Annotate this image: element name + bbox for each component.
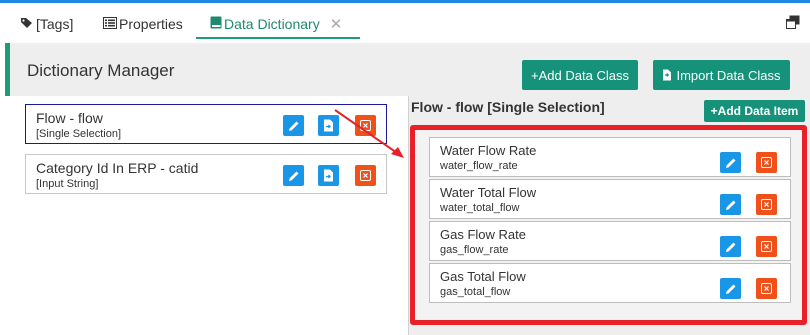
data-item-key: gas_total_flow xyxy=(440,286,511,298)
edit-button[interactable] xyxy=(720,152,741,173)
delete-button[interactable] xyxy=(756,236,777,257)
tab-data-dictionary[interactable]: Data Dictionary ✕ xyxy=(210,13,342,35)
delete-button[interactable] xyxy=(355,165,376,186)
pencil-icon xyxy=(288,121,298,131)
list-icon xyxy=(103,16,117,32)
data-class-type: [Input String] xyxy=(36,178,99,190)
tab-label: Properties xyxy=(119,16,183,32)
edit-button[interactable] xyxy=(720,278,741,299)
edit-button[interactable] xyxy=(720,236,741,257)
delete-icon xyxy=(761,241,772,252)
data-item-key: water_flow_rate xyxy=(440,160,518,172)
delete-icon xyxy=(360,170,371,181)
data-item-title: Water Total Flow xyxy=(440,185,537,200)
tab-tags[interactable]: [Tags] xyxy=(20,13,73,35)
delete-button[interactable] xyxy=(756,194,777,215)
delete-button[interactable] xyxy=(756,278,777,299)
import-data-class-button[interactable]: Import Data Class xyxy=(653,60,790,90)
edit-button[interactable] xyxy=(283,165,304,186)
pencil-icon xyxy=(725,242,735,252)
pencil-icon xyxy=(725,284,735,294)
tab-bar: [Tags] Properties Data Dictionary ✕ xyxy=(0,3,810,40)
import-icon xyxy=(662,69,672,81)
delete-icon xyxy=(761,157,772,168)
tab-label: Data Dictionary xyxy=(224,16,320,32)
data-item[interactable]: Gas Total Flow gas_total_flow xyxy=(429,263,791,303)
data-item[interactable]: Water Total Flow water_total_flow xyxy=(429,179,791,219)
data-item-key: gas_flow_rate xyxy=(440,244,509,256)
window-restore-icon[interactable] xyxy=(786,15,800,29)
book-icon xyxy=(210,16,222,32)
data-item-title: Water Flow Rate xyxy=(440,143,537,158)
pencil-icon xyxy=(725,200,735,210)
data-item-title: Gas Total Flow xyxy=(440,269,526,284)
detail-title: Flow - flow [Single Selection] xyxy=(411,99,605,115)
data-item-title: Gas Flow Rate xyxy=(440,227,526,242)
data-item[interactable]: Gas Flow Rate gas_flow_rate xyxy=(429,221,791,261)
add-data-item-button[interactable]: +Add Data Item xyxy=(704,100,805,122)
delete-icon xyxy=(761,283,772,294)
annotation-arrow xyxy=(334,109,404,158)
dictionary-header: Dictionary Manager +Add Data Class Impor… xyxy=(5,43,810,96)
edit-button[interactable] xyxy=(283,115,304,136)
edit-button[interactable] xyxy=(720,194,741,215)
active-tab-indicator xyxy=(196,37,360,39)
tags-icon xyxy=(20,16,34,32)
import-items-button[interactable] xyxy=(318,165,339,186)
delete-icon xyxy=(761,199,772,210)
data-item[interactable]: Water Flow Rate water_flow_rate xyxy=(429,137,791,177)
pencil-icon xyxy=(288,171,298,181)
pencil-icon xyxy=(725,158,735,168)
add-data-class-button[interactable]: +Add Data Class xyxy=(522,60,638,90)
import-button-label: Import Data Class xyxy=(676,67,781,83)
delete-button[interactable] xyxy=(756,152,777,173)
tab-label: [Tags] xyxy=(36,16,74,32)
close-tab-icon[interactable]: ✕ xyxy=(330,15,343,33)
file-import-icon xyxy=(324,169,333,182)
data-class-type: [Single Selection] xyxy=(36,128,121,140)
data-class-title: Category Id In ERP - catid xyxy=(36,160,199,176)
page-title: Dictionary Manager xyxy=(27,61,175,80)
data-item-key: water_total_flow xyxy=(440,202,520,214)
data-class-title: Flow - flow xyxy=(36,110,103,126)
tab-properties[interactable]: Properties xyxy=(103,13,183,35)
